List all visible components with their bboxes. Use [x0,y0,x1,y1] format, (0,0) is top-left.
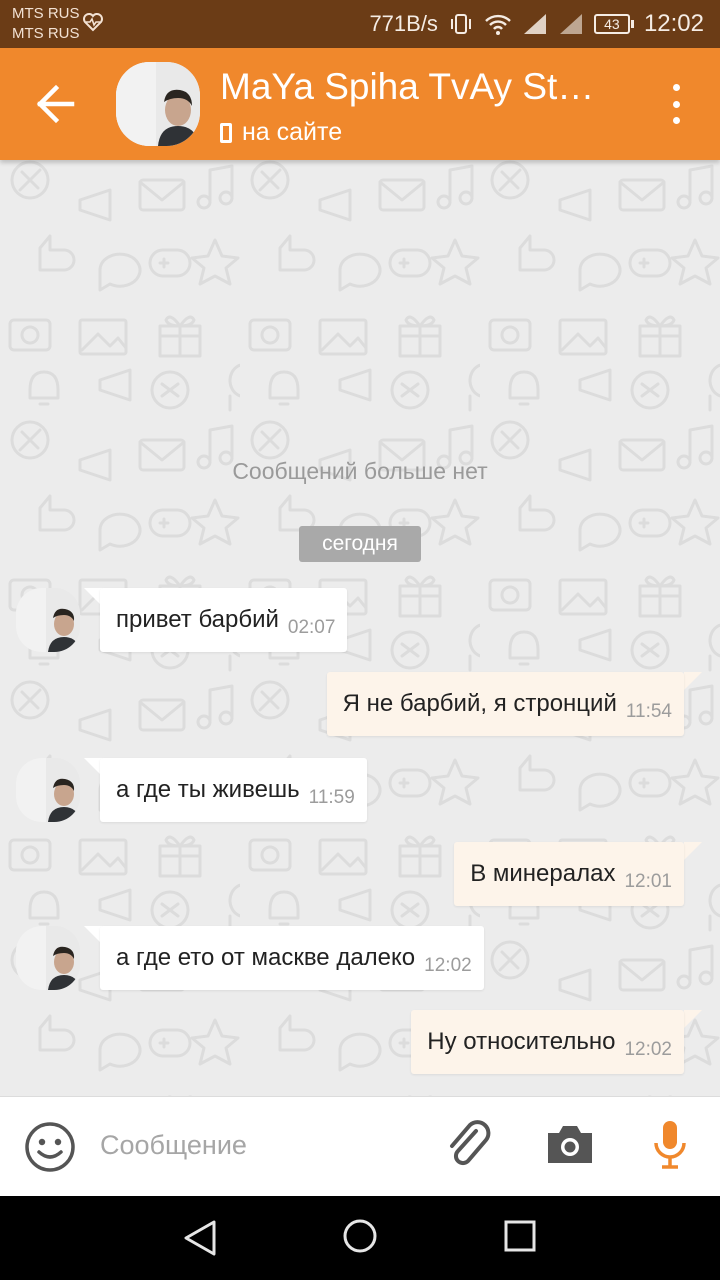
more-options-icon[interactable] [668,84,684,124]
message-time: 12:02 [624,1039,672,1060]
vibrate-icon [450,14,471,34]
no-more-messages-label: Сообщений больше нет [232,458,488,484]
camera-icon[interactable] [546,1123,594,1165]
back-arrow-icon[interactable] [28,84,84,124]
nav-recents-icon[interactable] [504,1220,536,1252]
clock: 12:02 [643,10,704,37]
message-time: 02:07 [287,617,336,638]
carrier-2: MTS RUS [12,25,80,42]
message-text: а где ты живешь [116,776,300,803]
message-text: Ну относительно [427,1028,616,1055]
paperclip-icon[interactable] [446,1119,494,1171]
status-bar: MTS RUS MTS RUS 771B/s 43 12:02 [0,0,720,48]
message-bubble-incoming[interactable]: а где ты живешь 11:59 [100,758,367,822]
microphone-icon[interactable] [652,1119,688,1171]
system-nav-bar [0,1196,720,1280]
message-bubble-incoming[interactable]: привет барбий 02:07 [100,588,348,652]
message-bubble-outgoing[interactable]: В минералах 12:01 [454,842,684,906]
message-list[interactable]: Сообщений больше нет сегодня привет барб… [0,160,720,1096]
message-text: привет барбий [116,606,279,633]
signal-icon-2 [559,14,582,34]
message-composer [0,1096,720,1196]
wifi-icon [485,14,511,35]
date-separator: сегодня [299,526,421,562]
message-time: 11:54 [625,701,672,722]
message-time: 11:59 [308,787,355,808]
online-status-text: на сайте [242,118,343,146]
message-bubble-outgoing[interactable]: Ну относительно 12:02 [411,1010,684,1074]
sender-avatar[interactable] [16,588,80,652]
message-bubble-outgoing[interactable]: Я не барбий, я стронций 11:54 [326,672,684,736]
message-time: 12:02 [424,955,472,976]
chat-header: MaYa Spiha TvAy St… на сайте [0,48,720,160]
sender-avatar[interactable] [16,758,80,822]
message-text: а где ето от маскве далеко [116,944,416,971]
contact-name[interactable]: MaYa Spiha TvAy St… [220,66,620,108]
battery-indicator: 43 [593,14,634,34]
online-status: на сайте [220,118,342,147]
battery-level: 43 [593,14,630,34]
heart-icon [83,13,103,32]
nav-back-icon[interactable] [182,1218,218,1258]
message-time: 12:01 [624,871,672,892]
message-input[interactable] [100,1123,430,1167]
message-text: Я не барбий, я стронций [342,690,617,717]
sender-avatar[interactable] [16,926,80,990]
mobile-phone-icon [220,122,232,143]
contact-avatar[interactable] [116,62,200,146]
smile-icon[interactable] [24,1121,76,1173]
signal-icon-1 [523,14,546,34]
nav-home-icon[interactable] [342,1218,378,1254]
carrier-labels: MTS RUS MTS RUS [12,4,80,44]
message-text: В минералах [470,860,616,887]
carrier-1: MTS RUS [12,5,80,22]
message-bubble-incoming[interactable]: а где ето от маскве далеко 12:02 [100,926,484,990]
network-speed: 771B/s [369,11,438,36]
